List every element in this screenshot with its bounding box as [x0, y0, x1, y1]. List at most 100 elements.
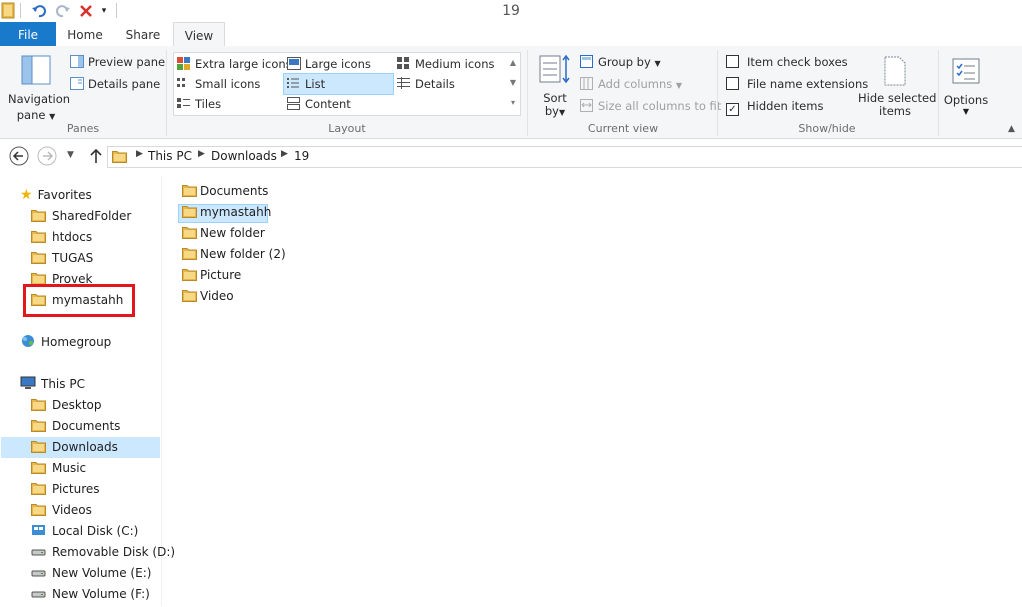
preview-pane-button[interactable]: Preview pane [70, 54, 165, 70]
add-columns-button[interactable]: Add columns ▼ [580, 76, 682, 94]
ribbon-separator [938, 50, 939, 136]
scroll-down-icon[interactable]: ▼ [507, 73, 519, 93]
group-by-button[interactable]: Group by ▼ [580, 54, 661, 72]
sidebar-item-new-volume-e[interactable]: New Volume (E:) [31, 563, 151, 584]
file-name-extensions-toggle[interactable]: File name extensions [726, 76, 868, 92]
forward-arrow-icon [37, 146, 57, 166]
options-button[interactable]: Options ▼ [943, 54, 989, 118]
navigation-pane-icon [21, 55, 51, 85]
tiles-label: Tiles [195, 97, 222, 111]
back-arrow-icon [9, 146, 29, 166]
back-button[interactable] [9, 146, 29, 166]
drive-icon [31, 586, 46, 599]
sidebar-item-label: Desktop [52, 398, 102, 412]
sidebar-item-downloads[interactable]: Downloads [31, 437, 118, 458]
list-item[interactable]: Documents [182, 182, 268, 201]
hide-selected-icon [882, 56, 908, 86]
list-item[interactable]: New folder [182, 224, 265, 243]
tab-file[interactable]: File [0, 22, 56, 46]
list-item[interactable]: Picture [182, 266, 241, 285]
folder-icon [182, 204, 197, 218]
nav-this-pc[interactable]: This PC [20, 374, 85, 395]
list-item[interactable]: mymastahh [182, 203, 271, 222]
sidebar-item-label: New Volume (E:) [52, 566, 152, 580]
folder-icon [31, 250, 46, 264]
collapse-ribbon-icon[interactable]: ▲ [1008, 124, 1015, 134]
recent-locations-icon[interactable]: ▼ [67, 150, 74, 160]
details-option[interactable]: Details [397, 76, 455, 92]
current-view-group-label: Current view [587, 122, 659, 135]
medium-icons-option[interactable]: Medium icons [397, 56, 494, 72]
scroll-up-icon[interactable]: ▲ [507, 53, 519, 73]
item-check-boxes-checkbox[interactable] [726, 55, 739, 68]
list-item-label: Video [200, 289, 234, 303]
content-label: Content [305, 97, 351, 111]
list-item[interactable]: Video [182, 287, 234, 306]
list-icon [287, 77, 301, 90]
large-icons-label: Large icons [305, 57, 371, 71]
delete-icon[interactable] [78, 3, 94, 19]
sidebar-item-tugas[interactable]: TUGAS [31, 248, 93, 269]
sidebar-item-music[interactable]: Music [31, 458, 86, 479]
tab-view[interactable]: View [173, 22, 225, 47]
breadcrumb-downloads[interactable]: Downloads [211, 149, 277, 163]
sidebar-item-removable-disk-d[interactable]: Removable Disk (D:) [31, 542, 175, 563]
size-all-columns-button[interactable]: Size all columns to fit [580, 98, 721, 114]
sort-by-label-2: by▼ [535, 105, 575, 119]
sidebar-item-pictures[interactable]: Pictures [31, 479, 100, 500]
nav-favorites-label: Favorites [37, 188, 92, 202]
tab-share[interactable]: Share [118, 22, 168, 46]
customize-qat-icon[interactable]: ▾ [96, 3, 112, 19]
content-option[interactable]: Content [287, 96, 351, 112]
extra-large-icons-option[interactable]: Extra large icons [177, 56, 292, 72]
tiles-option[interactable]: Tiles [177, 96, 221, 112]
redo-icon[interactable] [55, 3, 71, 19]
hidden-items-toggle[interactable]: ✓ Hidden items [726, 98, 823, 116]
breadcrumb-separator-icon[interactable]: ▶ [136, 149, 143, 159]
small-icons-option[interactable]: Small icons [177, 76, 260, 92]
layout-group-label: Layout [328, 122, 366, 135]
sidebar-item-label: Music [52, 461, 87, 475]
gallery-expand-icon[interactable]: ▾ [507, 93, 519, 113]
breadcrumb-this-pc[interactable]: This PC [148, 149, 192, 163]
breadcrumb-separator-icon[interactable]: ▶ [198, 149, 205, 159]
nav-favorites[interactable]: ★ Favorites [20, 185, 92, 206]
list-item-label: Documents [200, 184, 269, 198]
sidebar-item-new-volume-f[interactable]: New Volume (F:) [31, 584, 150, 605]
sidebar-item-local-disk-c[interactable]: Local Disk (C:) [31, 521, 138, 542]
list-item-label: New folder (2) [200, 247, 286, 261]
folder-icon [31, 460, 46, 474]
sidebar-item-htdocs[interactable]: htdocs [31, 227, 92, 248]
sidebar-item-documents[interactable]: Documents [31, 416, 120, 437]
hidden-items-label: Hidden items [747, 99, 824, 113]
undo-icon[interactable] [31, 3, 47, 19]
hide-selected-items-button[interactable]: Hide selected items [858, 54, 936, 118]
item-check-boxes-toggle[interactable]: Item check boxes [726, 54, 848, 70]
medium-icons-label: Medium icons [415, 57, 495, 71]
up-button[interactable] [88, 147, 104, 165]
large-icons-option[interactable]: Large icons [287, 56, 371, 72]
breadcrumb-separator-icon[interactable]: ▶ [281, 149, 288, 159]
sidebar-item-desktop[interactable]: Desktop [31, 395, 102, 416]
file-name-extensions-checkbox[interactable] [726, 77, 739, 90]
details-label: Details [415, 77, 455, 91]
list-option[interactable]: List [287, 76, 325, 92]
breadcrumb-19[interactable]: 19 [294, 149, 309, 163]
folder-icon [182, 225, 197, 239]
layout-gallery-scroll[interactable]: ▲ ▼ ▾ [507, 53, 519, 113]
tab-home[interactable]: Home [60, 22, 110, 46]
nav-homegroup[interactable]: Homegroup [20, 332, 111, 353]
folder-icon [31, 271, 46, 285]
sidebar-item-label: htdocs [52, 230, 93, 244]
forward-button[interactable] [37, 146, 57, 166]
list-item[interactable]: New folder (2) [182, 245, 286, 264]
sort-by-button[interactable]: Sort by▼ [535, 54, 575, 118]
details-pane-button[interactable]: Details pane [70, 76, 160, 92]
ribbon-separator [527, 50, 528, 136]
sidebar-item-videos[interactable]: Videos [31, 500, 92, 521]
navigation-pane-button[interactable]: Navigation pane ▼ [8, 52, 70, 122]
small-icons-label: Small icons [195, 77, 261, 91]
sidebar-item-sharedfolder[interactable]: SharedFolder [31, 206, 131, 227]
qat-divider-2 [116, 3, 117, 18]
hidden-items-checkbox[interactable]: ✓ [726, 103, 739, 116]
